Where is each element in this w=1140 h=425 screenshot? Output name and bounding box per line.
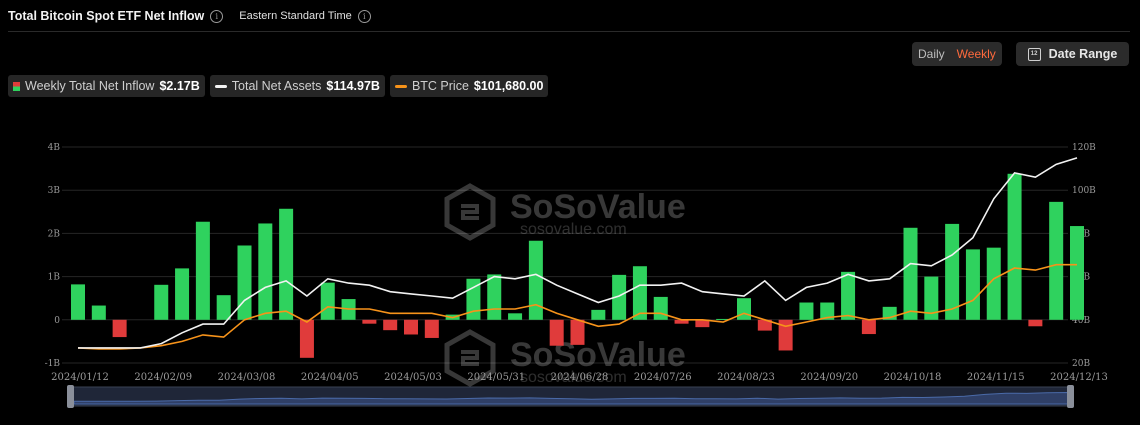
inflow-bar [632,266,647,320]
watermark-url: sosovalue.com [520,221,627,238]
left-tick-label: 4B [48,143,61,153]
inflow-bar [258,223,273,320]
navigator-left-handle[interactable] [67,385,74,408]
x-tick-label: 2024/07/26 [634,372,692,383]
x-tick-label: 2024/06/28 [551,372,609,383]
inflow-bar [799,302,814,320]
inflow-bar [195,221,210,320]
inflow-bar [903,227,918,320]
inflow-bar [549,319,564,346]
inflow-bar [737,298,751,320]
inflow-bar [71,284,85,320]
right-tick-label: 120B [1072,143,1096,153]
x-tick-label: 2024/01/12 [51,372,109,383]
inflow-bar [237,245,252,320]
inflow-bar [154,284,169,320]
left-tick-label: -1B [45,359,61,369]
inflow-bar [841,271,856,320]
x-tick-label: 2024/09/20 [800,372,858,383]
inflow-bar [1028,319,1043,327]
inflow-bar [508,313,523,320]
inflow-bar [1007,173,1022,320]
inflow-bar [487,274,502,320]
inflow-bar [299,319,314,358]
watermark-top: SoSoValue sosovalue.com [444,183,686,241]
inflow-bar [1070,226,1084,320]
inflow-bar [861,319,876,335]
left-tick-label: 3B [48,186,61,196]
inflow-bar [965,249,980,320]
inflow-bar [320,282,335,320]
inflow-bar [570,319,585,345]
series-lines [77,157,1078,350]
inflow-bar [112,319,127,338]
inflow-bar [383,319,398,331]
x-tick-label: 2024/02/09 [134,372,192,383]
inflow-bar [424,319,439,338]
inflow-bar [279,208,294,320]
range-navigator [67,385,1074,408]
x-axis: 2024/01/12 2024/02/09 2024/03/08 2024/04/05… [51,372,1108,383]
left-tick-label: 2B [48,229,61,239]
x-tick-label: 2024/04/05 [301,372,359,383]
navigator-right-handle[interactable] [1067,385,1074,408]
inflow-bar [175,268,190,320]
right-tick-label: 100B [1072,186,1096,196]
left-axis: -1B 0 1B 2B 3B 4B [45,143,61,369]
inflow-bar [528,240,543,320]
x-tick-label: 2024/05/03 [384,372,442,383]
etf-flow-chart[interactable]: SoSoValue sosovalue.com SoSoValue sosova… [0,0,1140,425]
inflow-bar [404,319,418,335]
right-tick-label: 20B [1072,359,1090,369]
inflow-bar [653,296,668,320]
x-tick-label: 2024/08/23 [717,372,775,383]
x-tick-label: 2024/12/13 [1050,372,1108,383]
inflow-bar [591,309,606,320]
sosovalue-logo-icon [444,183,496,241]
inflow-bar [91,305,106,320]
inflow-bar [1049,201,1064,320]
left-tick-label: 1B [48,273,61,283]
inflow-bar [216,295,231,320]
x-tick-label: 2024/03/08 [218,372,276,383]
inflow-bar [362,319,377,324]
inflow-bar [945,223,960,320]
x-tick-label: 2024/11/15 [967,372,1025,383]
x-tick-label: 2024/10/18 [884,372,942,383]
left-tick-label: 0 [54,316,60,326]
x-tick-label: 2024/05/31 [467,372,525,383]
